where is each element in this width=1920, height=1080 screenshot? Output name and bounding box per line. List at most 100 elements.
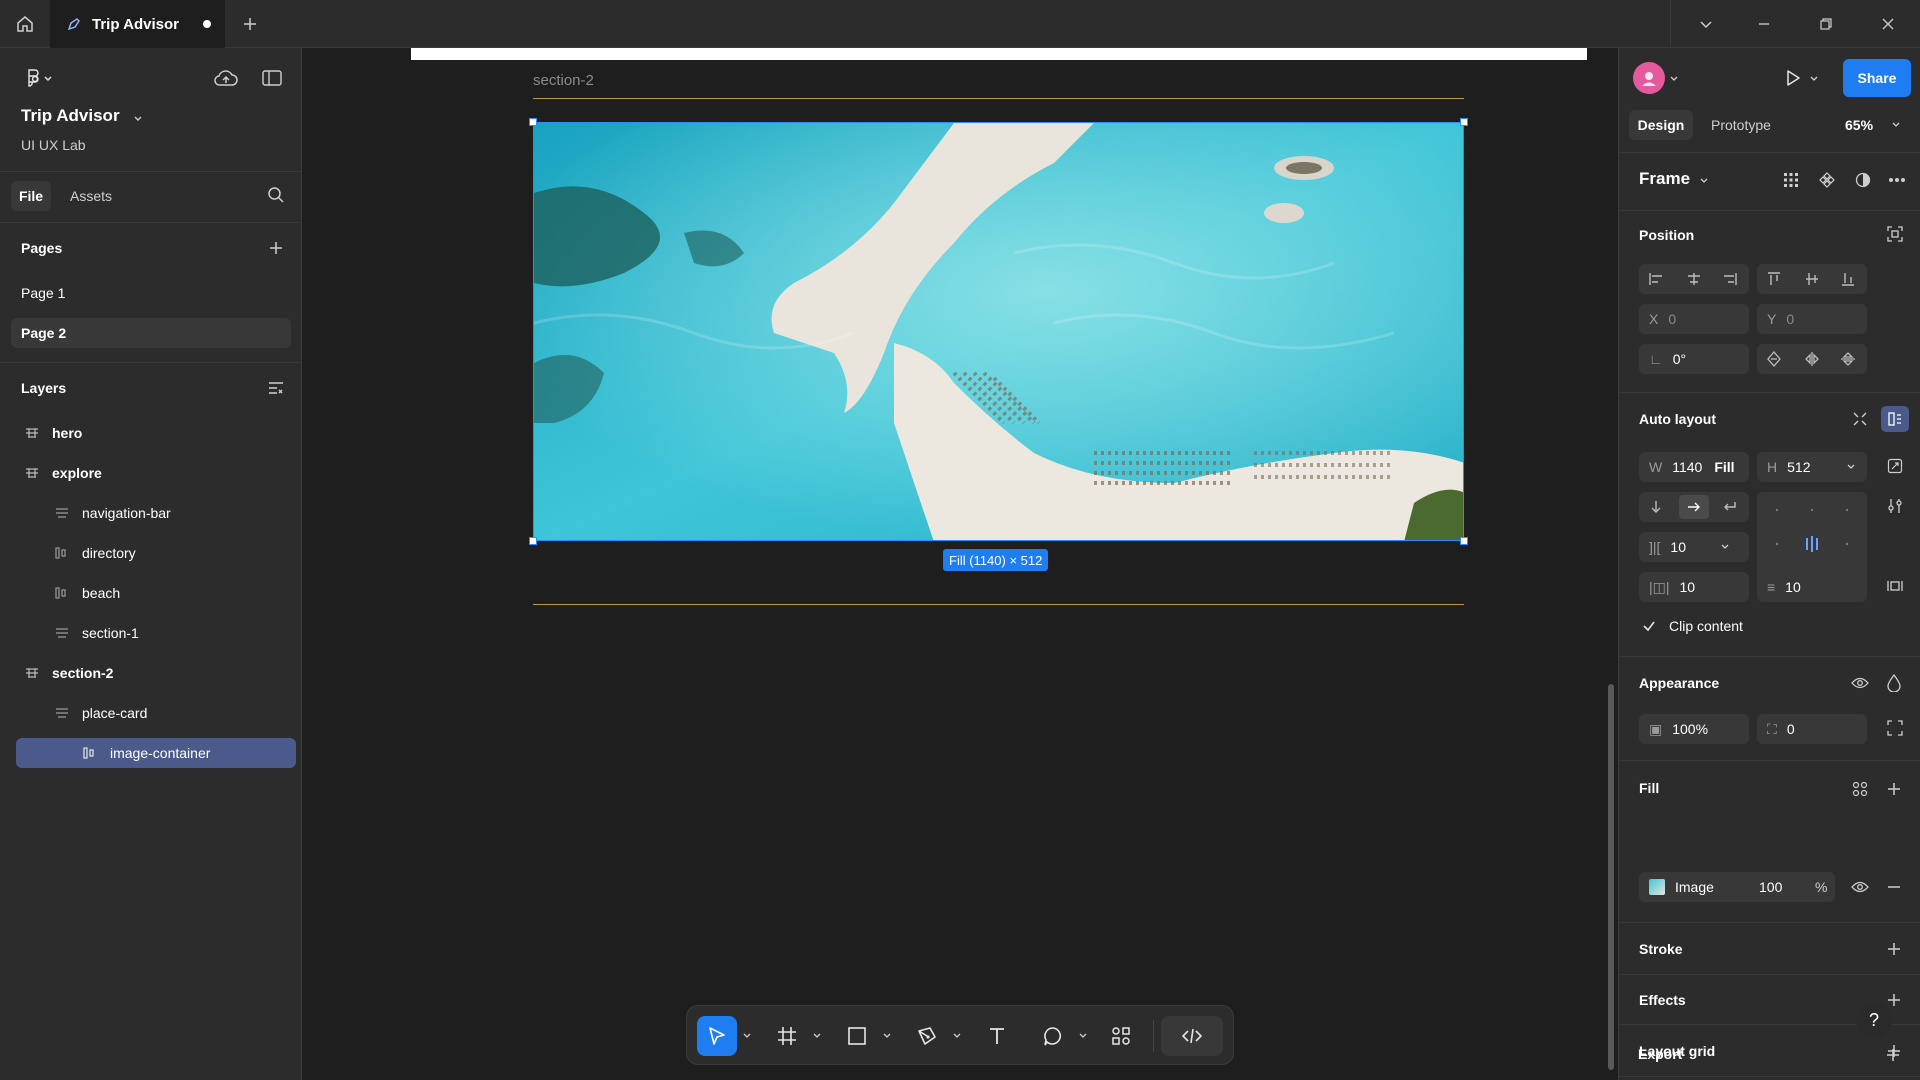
text-tool[interactable] bbox=[977, 1016, 1017, 1056]
chevron-down-icon[interactable] bbox=[1720, 542, 1730, 552]
gap-field[interactable]: ]|[ 10 bbox=[1639, 532, 1749, 562]
home-button[interactable] bbox=[0, 0, 50, 48]
tab-assets[interactable]: Assets bbox=[70, 188, 112, 204]
clip-content-checkbox[interactable] bbox=[1639, 616, 1659, 636]
rotation-field[interactable]: ∟ 0° bbox=[1639, 344, 1749, 374]
remove-fill-button[interactable] bbox=[1883, 876, 1905, 898]
pen-tool-menu[interactable] bbox=[949, 1016, 965, 1056]
direction-vertical-button[interactable] bbox=[1643, 496, 1669, 518]
upload-button[interactable] bbox=[212, 66, 240, 90]
tab-prototype[interactable]: Prototype bbox=[1711, 117, 1771, 133]
align-middle-button[interactable] bbox=[1799, 268, 1825, 290]
frame-above[interactable] bbox=[411, 48, 1587, 60]
move-tool[interactable] bbox=[697, 1016, 737, 1056]
chevron-down-icon[interactable] bbox=[1809, 74, 1819, 84]
tab-file[interactable]: File bbox=[11, 181, 51, 211]
move-tool-menu[interactable] bbox=[739, 1016, 755, 1056]
width-field[interactable]: W 1140 Fill bbox=[1639, 452, 1749, 482]
auto-layout-settings-button[interactable] bbox=[1881, 406, 1909, 432]
add-fill-button[interactable] bbox=[1883, 778, 1905, 800]
close-window-button[interactable] bbox=[1870, 0, 1906, 48]
dev-mode-toggle[interactable] bbox=[1161, 1016, 1223, 1056]
frame-type-label[interactable]: Frame bbox=[1639, 169, 1690, 189]
project-title[interactable]: Trip Advisor bbox=[21, 106, 120, 126]
shape-tool-menu[interactable] bbox=[879, 1016, 895, 1056]
rotate-button[interactable] bbox=[1761, 348, 1787, 370]
height-field[interactable]: H 512 bbox=[1757, 452, 1867, 482]
chevron-down-icon[interactable] bbox=[133, 114, 143, 124]
chevron-down-icon[interactable] bbox=[1846, 462, 1856, 472]
flip-vertical-button[interactable] bbox=[1835, 348, 1861, 370]
canvas-scrollbar[interactable] bbox=[1608, 684, 1614, 1070]
fill-visibility-toggle[interactable] bbox=[1849, 876, 1871, 898]
remove-auto-layout-button[interactable] bbox=[1849, 408, 1871, 430]
present-button[interactable] bbox=[1781, 66, 1805, 90]
avatar[interactable] bbox=[1633, 62, 1665, 94]
resize-options-button[interactable] bbox=[1885, 456, 1905, 476]
layer-section-2[interactable]: section-2 bbox=[24, 658, 304, 688]
advanced-layout-button[interactable] bbox=[1885, 496, 1905, 516]
horizontal-padding-field[interactable]: |◫| 10 bbox=[1639, 572, 1749, 602]
restore-button[interactable] bbox=[1808, 0, 1844, 48]
minimize-button[interactable] bbox=[1746, 0, 1782, 48]
pen-tool[interactable] bbox=[907, 1016, 947, 1056]
layer-navigation-bar[interactable]: navigation-bar bbox=[54, 498, 334, 528]
blend-mode-button[interactable] bbox=[1883, 672, 1905, 694]
layer-explore[interactable]: explore bbox=[24, 458, 304, 488]
align-left-button[interactable] bbox=[1643, 268, 1669, 290]
zoom-level[interactable]: 65% bbox=[1845, 117, 1873, 133]
chevron-down-icon[interactable] bbox=[1669, 74, 1679, 84]
add-page-button[interactable] bbox=[266, 238, 286, 258]
page-item-page-2[interactable]: Page 2 bbox=[11, 318, 291, 348]
resize-handle-top-left[interactable] bbox=[529, 118, 537, 126]
individual-padding-button[interactable] bbox=[1885, 576, 1905, 596]
x-position-field[interactable]: X 0 bbox=[1639, 304, 1749, 334]
fill-styles-button[interactable] bbox=[1849, 778, 1871, 800]
fill-opacity[interactable]: 100 bbox=[1759, 879, 1782, 895]
share-button[interactable]: Share bbox=[1843, 59, 1911, 97]
layer-beach[interactable]: beach bbox=[54, 578, 334, 608]
layer-opacity-field[interactable]: ▣ 100% bbox=[1639, 714, 1749, 744]
resize-handle-bottom-left[interactable] bbox=[529, 537, 537, 545]
comment-tool-menu[interactable] bbox=[1075, 1016, 1091, 1056]
direction-horizontal-button[interactable] bbox=[1679, 495, 1709, 519]
mask-button[interactable] bbox=[1851, 168, 1875, 192]
new-tab-button[interactable] bbox=[236, 0, 264, 48]
tabs-menu-button[interactable] bbox=[1688, 0, 1724, 48]
more-options-button[interactable] bbox=[1885, 168, 1909, 192]
corner-radius-field[interactable]: ⛶ 0 bbox=[1757, 714, 1867, 744]
file-tab[interactable]: Trip Advisor bbox=[50, 0, 225, 48]
vertical-padding-field[interactable]: ≡ 10 bbox=[1757, 572, 1867, 602]
position-options-button[interactable] bbox=[1885, 224, 1905, 244]
chevron-down-icon[interactable] bbox=[1891, 120, 1901, 130]
layer-place-card[interactable]: place-card bbox=[54, 698, 334, 728]
align-bottom-button[interactable] bbox=[1835, 268, 1861, 290]
flip-horizontal-button[interactable] bbox=[1799, 348, 1825, 370]
page-item-page-1[interactable]: Page 1 bbox=[11, 278, 291, 308]
add-export-button[interactable] bbox=[1882, 1044, 1904, 1066]
toggle-panel-button[interactable] bbox=[258, 66, 286, 90]
layer-hero[interactable]: hero bbox=[24, 418, 304, 448]
align-right-button[interactable] bbox=[1717, 268, 1743, 290]
grid-view-button[interactable] bbox=[1779, 168, 1803, 192]
add-stroke-button[interactable] bbox=[1883, 938, 1905, 960]
frame-tool[interactable] bbox=[767, 1016, 807, 1056]
design-canvas[interactable]: section-2 Fill (1140) × 512 bbox=[302, 48, 1618, 1080]
direction-wrap-button[interactable] bbox=[1717, 496, 1743, 518]
individual-corners-button[interactable] bbox=[1885, 718, 1905, 738]
help-button[interactable]: ? bbox=[1856, 1002, 1892, 1038]
rectangle-tool[interactable] bbox=[837, 1016, 877, 1056]
fill-row[interactable]: Image 100 % bbox=[1639, 872, 1835, 902]
image-container[interactable] bbox=[533, 122, 1464, 541]
y-position-field[interactable]: Y 0 bbox=[1757, 304, 1867, 334]
layer-section-1[interactable]: section-1 bbox=[54, 618, 334, 648]
comment-tool[interactable] bbox=[1033, 1016, 1073, 1056]
visibility-toggle[interactable] bbox=[1849, 672, 1871, 694]
actions-tool[interactable] bbox=[1101, 1016, 1141, 1056]
chevron-down-icon[interactable] bbox=[1699, 176, 1709, 186]
tab-design[interactable]: Design bbox=[1629, 110, 1693, 140]
layer-directory[interactable]: directory bbox=[54, 538, 334, 568]
frame-tool-menu[interactable] bbox=[809, 1016, 825, 1056]
frame-label[interactable]: section-2 bbox=[533, 72, 594, 89]
resize-handle-top-right[interactable] bbox=[1460, 118, 1468, 126]
